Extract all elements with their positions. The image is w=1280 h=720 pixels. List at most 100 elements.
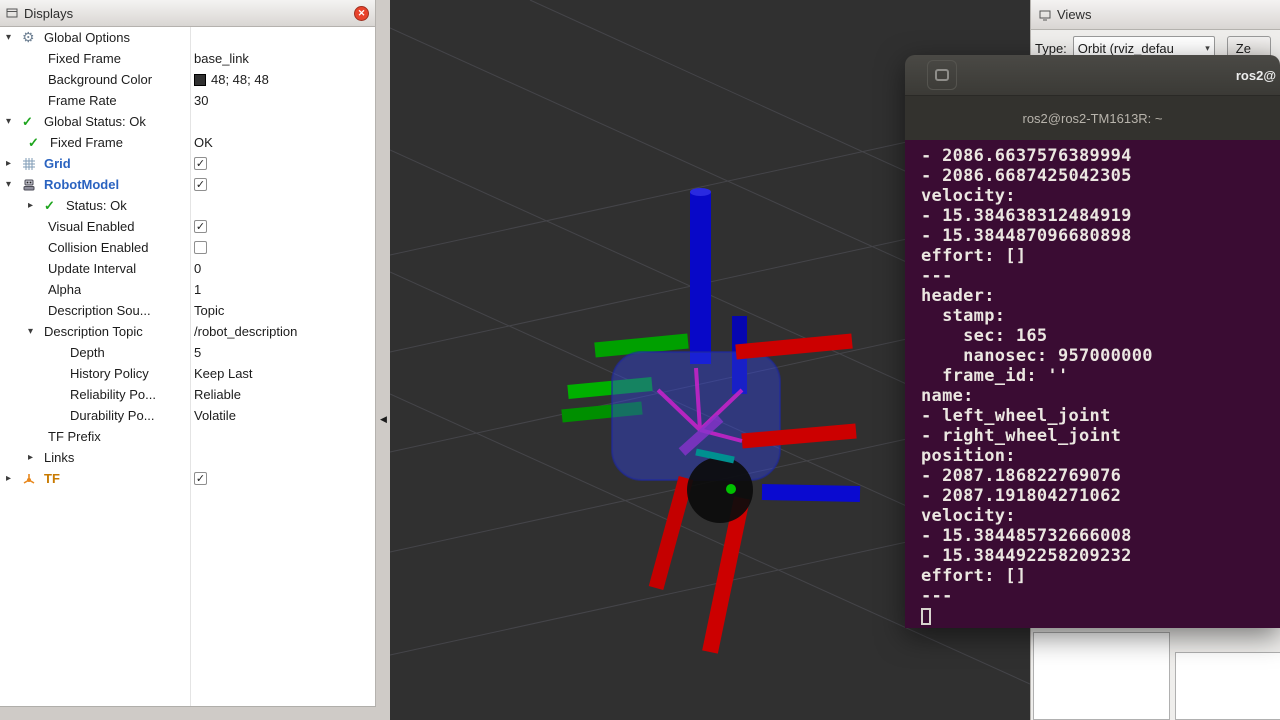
visual-enabled-checkbox[interactable]	[194, 220, 207, 233]
tree-row-fixed-frame-status[interactable]: ✓ Fixed Frame OK	[0, 132, 375, 153]
row-value[interactable]: Keep Last	[194, 363, 253, 384]
value-text: /robot_description	[194, 324, 297, 339]
terminal-tab[interactable]: ros2@ros2-TM1613R: ~	[1023, 111, 1163, 126]
tf-icon	[22, 472, 44, 486]
tree-row-collision-enabled[interactable]: Collision Enabled	[0, 237, 375, 258]
panel-splitter[interactable]	[377, 0, 390, 720]
terminal-titlebar[interactable]: ros2@	[905, 55, 1280, 95]
terminal-line: effort: []	[921, 566, 1280, 586]
terminal-window: ros2@ ros2@ros2-TM1613R: ~ - 2086.663757…	[905, 55, 1280, 628]
tree-row-description-source[interactable]: Description Sou... Topic	[0, 300, 375, 321]
tree-row-status-ok[interactable]: ▸ ✓ Status: Ok	[0, 195, 375, 216]
terminal-line: frame_id: ''	[921, 366, 1280, 386]
row-value[interactable]: Reliable	[194, 384, 241, 405]
row-label: Grid	[44, 156, 71, 171]
tree-row-tf-prefix[interactable]: TF Prefix	[0, 426, 375, 447]
views-titlebar[interactable]: Views	[1031, 0, 1280, 30]
tree-row-description-topic[interactable]: ▾ Description Topic /robot_description	[0, 321, 375, 342]
row-value	[194, 153, 207, 174]
row-value[interactable]: Volatile	[194, 405, 236, 426]
tree-row-links[interactable]: ▸ Links	[0, 447, 375, 468]
row-value[interactable]: Topic	[194, 300, 224, 321]
terminal-title-text: ros2@	[1236, 68, 1276, 83]
row-value[interactable]: 0	[194, 258, 201, 279]
row-label: Background Color	[48, 72, 152, 87]
type-label: Type:	[1035, 41, 1067, 56]
expand-arrow-icon[interactable]: ▸	[28, 200, 44, 211]
row-label: Global Status: Ok	[44, 114, 146, 129]
terminal-line: effort: []	[921, 246, 1280, 266]
status-ok-icon: ✓	[22, 114, 44, 130]
terminal-line: header:	[921, 286, 1280, 306]
close-icon[interactable]: ✕	[354, 6, 369, 21]
value-text: 5	[194, 345, 201, 360]
tree-row-global-status[interactable]: ▾ ✓ Global Status: Ok	[0, 111, 375, 132]
row-label: Reliability Po...	[70, 387, 156, 402]
row-label: RobotModel	[44, 177, 119, 192]
collision-enabled-checkbox[interactable]	[194, 241, 207, 254]
terminal-line: - 15.384638312484919	[921, 206, 1280, 226]
tree-row-tf[interactable]: ▸ TF	[0, 468, 375, 489]
row-label: History Policy	[70, 366, 149, 381]
bottom-panel-strip	[0, 706, 376, 720]
tree-row-visual-enabled[interactable]: Visual Enabled	[0, 216, 375, 237]
tree-row-robotmodel[interactable]: ▾ RobotModel	[0, 174, 375, 195]
terminal-body[interactable]: - 2086.6637576389994- 2086.6687425042305…	[905, 140, 1280, 628]
terminal-line: velocity:	[921, 186, 1280, 206]
terminal-line: - 15.384492258209232	[921, 546, 1280, 566]
row-value[interactable]: 1	[194, 279, 201, 300]
views-list[interactable]	[1033, 632, 1170, 720]
terminal-line: position:	[921, 446, 1280, 466]
terminal-line: ---	[921, 266, 1280, 286]
tree-row-depth[interactable]: Depth 5	[0, 342, 375, 363]
row-label: Fixed Frame	[48, 51, 121, 66]
expand-arrow-icon[interactable]: ▸	[6, 473, 22, 484]
row-label: Description Sou...	[48, 303, 151, 318]
row-value[interactable]: /robot_description	[194, 321, 297, 342]
row-value	[194, 174, 207, 195]
terminal-line: ---	[921, 586, 1280, 606]
value-text: Volatile	[194, 408, 236, 423]
new-tab-button[interactable]	[927, 60, 957, 90]
zero-button-label: Ze	[1236, 41, 1251, 56]
terminal-line: - 15.384485732666008	[921, 526, 1280, 546]
tree-row-durability-policy[interactable]: Durability Po... Volatile	[0, 405, 375, 426]
tree-row-global-options[interactable]: ▾ ⚙ Global Options	[0, 27, 375, 48]
tree-row-frame-rate[interactable]: Frame Rate 30	[0, 90, 375, 111]
row-value[interactable]: 5	[194, 342, 201, 363]
row-label: Frame Rate	[48, 93, 117, 108]
splitter-collapse-arrow[interactable]: ◀	[378, 410, 389, 428]
terminal-line: sec: 165	[921, 326, 1280, 346]
expand-arrow-icon[interactable]: ▾	[28, 326, 44, 337]
terminal-line: - 15.384487096680898	[921, 226, 1280, 246]
grid-enabled-checkbox[interactable]	[194, 157, 207, 170]
expand-arrow-icon[interactable]: ▾	[6, 116, 22, 127]
row-value[interactable]: 48; 48; 48	[194, 69, 269, 90]
tf-enabled-checkbox[interactable]	[194, 472, 207, 485]
row-value	[194, 237, 207, 258]
views-list-secondary[interactable]	[1175, 652, 1280, 720]
terminal-line: - 2087.191804271062	[921, 486, 1280, 506]
tree-row-history-policy[interactable]: History Policy Keep Last	[0, 363, 375, 384]
robotmodel-enabled-checkbox[interactable]	[194, 178, 207, 191]
displays-tree: ▾ ⚙ Global Options Fixed Frame base_link…	[0, 27, 375, 706]
expand-arrow-icon[interactable]: ▾	[6, 32, 22, 43]
row-value[interactable]: base_link	[194, 48, 249, 69]
tree-row-grid[interactable]: ▸ Grid	[0, 153, 375, 174]
row-value[interactable]: 30	[194, 90, 208, 111]
expand-arrow-icon[interactable]: ▾	[6, 179, 22, 190]
expand-arrow-icon[interactable]: ▸	[28, 452, 44, 463]
expand-arrow-icon[interactable]: ▸	[6, 158, 22, 169]
displays-titlebar[interactable]: Displays ✕	[0, 0, 375, 27]
tree-row-update-interval[interactable]: Update Interval 0	[0, 258, 375, 279]
gear-icon: ⚙	[22, 29, 44, 46]
tree-row-reliability-policy[interactable]: Reliability Po... Reliable	[0, 384, 375, 405]
row-label: Description Topic	[44, 324, 143, 339]
row-label: Fixed Frame	[50, 135, 123, 150]
tree-row-alpha[interactable]: Alpha 1	[0, 279, 375, 300]
tree-row-fixed-frame[interactable]: Fixed Frame base_link	[0, 48, 375, 69]
status-ok-icon: ✓	[28, 135, 50, 151]
tree-row-background-color[interactable]: Background Color 48; 48; 48	[0, 69, 375, 90]
terminal-line: - 2087.186822769076	[921, 466, 1280, 486]
value-text: OK	[194, 135, 213, 150]
